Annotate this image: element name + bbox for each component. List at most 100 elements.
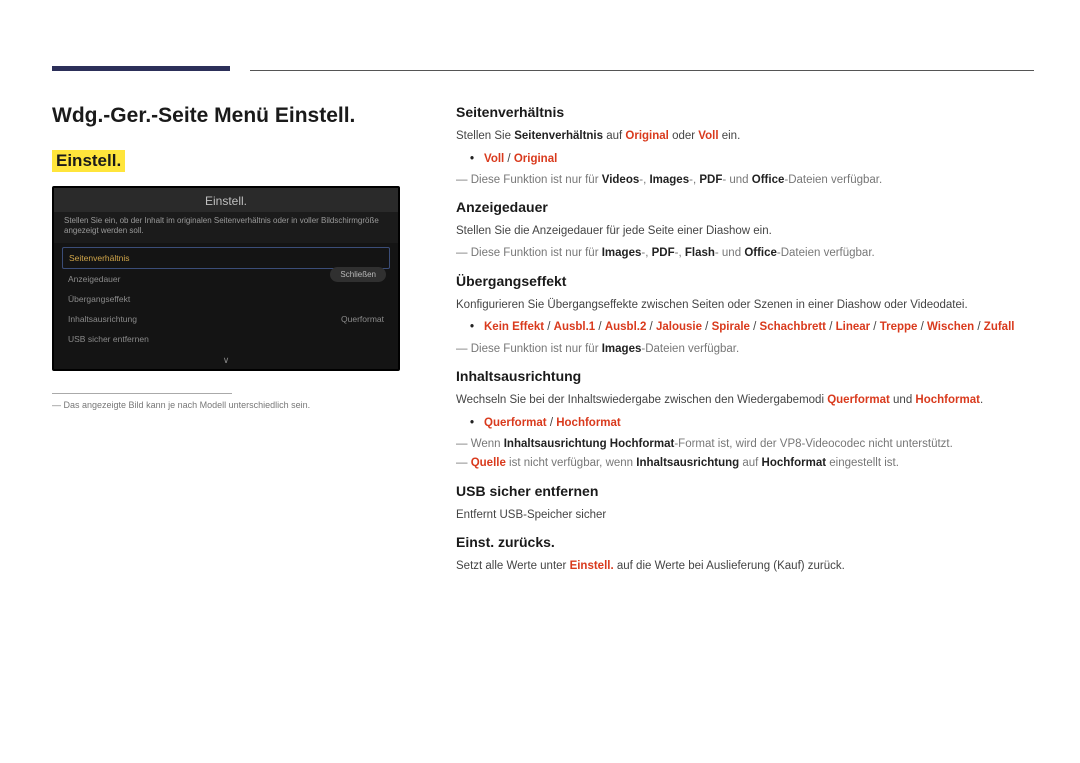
t: -Dateien verfügbar.	[777, 247, 875, 259]
t: - und	[715, 247, 744, 259]
menu-item[interactable]: Inhaltsausrichtung Querformat	[62, 309, 390, 329]
sep: /	[974, 321, 984, 333]
para: Stellen Sie die Anzeigedauer für jede Se…	[456, 223, 1034, 241]
menu-item-label: USB sicher entfernen	[68, 334, 149, 344]
opt: Zufall	[984, 321, 1015, 333]
opt: Voll	[484, 153, 504, 165]
t-red: Einstell.	[570, 560, 614, 572]
opt: Wischen	[927, 321, 974, 333]
t: - und	[722, 174, 751, 186]
shot-menu-list: Seitenverhältnis Anzeigedauer Übergangse…	[54, 243, 398, 355]
header-rule	[250, 70, 1034, 71]
footnote-divider	[52, 393, 232, 394]
t-bold: Inhaltsausrichtung Hochformat	[504, 438, 675, 450]
menu-item-label: Anzeigedauer	[68, 274, 120, 284]
t: oder	[669, 130, 698, 142]
sep: /	[750, 321, 760, 333]
t: -Dateien verfügbar.	[641, 343, 739, 355]
sep: /	[826, 321, 836, 333]
opt: Treppe	[880, 321, 918, 333]
t-bold: Images	[602, 247, 642, 259]
t-bold: Images	[602, 343, 642, 355]
t: -,	[641, 247, 651, 259]
t: ein.	[719, 130, 741, 142]
para: Konfigurieren Sie Übergangseffekte zwisc…	[456, 297, 1034, 315]
bullet: Querformat / Hochformat	[456, 414, 1034, 432]
t: Stellen Sie	[456, 130, 514, 142]
note: Diese Funktion ist nur für Images-Dateie…	[456, 341, 1034, 358]
chevron-down-icon[interactable]: ∨	[54, 355, 398, 369]
t: -,	[675, 247, 685, 259]
opt: Ausbl.2	[605, 321, 647, 333]
note: Wenn Inhaltsausrichtung Hochformat-Forma…	[456, 436, 1034, 453]
opt: Schachbrett	[760, 321, 826, 333]
t: Setzt alle Werte unter	[456, 560, 570, 572]
right-column: Seitenverhältnis Stellen Sie Seitenverhä…	[456, 104, 1034, 580]
close-button[interactable]: Schließen	[330, 267, 386, 282]
note: Quelle ist nicht verfügbar, wenn Inhalts…	[456, 455, 1034, 472]
opt: Linear	[836, 321, 871, 333]
t: auf	[739, 457, 761, 469]
menu-item-label: Inhaltsausrichtung	[68, 314, 137, 324]
section-heading: Übergangseffekt	[456, 273, 1034, 289]
opt: Hochformat	[556, 417, 621, 429]
shot-title: Einstell.	[54, 188, 398, 212]
note: Diese Funktion ist nur für Videos-, Imag…	[456, 172, 1034, 189]
menu-item[interactable]: Übergangseffekt	[62, 289, 390, 309]
t-bold: PDF	[652, 247, 675, 259]
opt: Kein Effekt	[484, 321, 544, 333]
menu-item-label: Seitenverhältnis	[69, 253, 129, 263]
menu-item-label: Übergangseffekt	[68, 294, 130, 304]
t: -,	[639, 174, 649, 186]
t-red: Hochformat	[915, 394, 980, 406]
t: ist nicht verfügbar, wenn	[506, 457, 636, 469]
t-bold: Seitenverhältnis	[514, 130, 603, 142]
ui-screenshot: Einstell. Stellen Sie ein, ob der Inhalt…	[52, 186, 400, 371]
sep: /	[544, 321, 554, 333]
t-red: Voll	[698, 130, 718, 142]
left-column: Wdg.-Ger.-Seite Menü Einstell. Einstell.…	[52, 104, 408, 580]
t: Diese Funktion ist nur für	[471, 343, 602, 355]
t: auf	[603, 130, 625, 142]
page-body: Wdg.-Ger.-Seite Menü Einstell. Einstell.…	[0, 0, 1080, 620]
header-accent-bar	[52, 66, 230, 71]
t: -Format ist, wird der VP8-Videocodec nic…	[674, 438, 952, 450]
section-heading: Einst. zurücks.	[456, 534, 1034, 550]
opt: Original	[514, 153, 557, 165]
shot-description: Stellen Sie ein, ob der Inhalt im origin…	[54, 212, 398, 243]
opt: Jalousie	[656, 321, 702, 333]
note: Diese Funktion ist nur für Images-, PDF-…	[456, 245, 1034, 262]
opt: Spirale	[712, 321, 750, 333]
page-title: Wdg.-Ger.-Seite Menü Einstell.	[52, 104, 408, 128]
sep: /	[547, 417, 557, 429]
sep: /	[646, 321, 656, 333]
section-heading: USB sicher entfernen	[456, 483, 1034, 499]
para: Setzt alle Werte unter Einstell. auf die…	[456, 558, 1034, 576]
opt: Querformat	[484, 417, 547, 429]
footnote-text: Das angezeigte Bild kann je nach Modell …	[52, 400, 408, 410]
t: Wechseln Sie bei der Inhaltswiedergabe z…	[456, 394, 827, 406]
t-red: Quelle	[471, 457, 506, 469]
menu-item-selected[interactable]: Seitenverhältnis	[62, 247, 390, 269]
section-heading: Inhaltsausrichtung	[456, 368, 1034, 384]
sep: /	[917, 321, 927, 333]
t: auf die Werte bei Auslieferung (Kauf) zu…	[614, 560, 845, 572]
t: -,	[689, 174, 699, 186]
para: Entfernt USB-Speicher sicher	[456, 507, 1034, 525]
t-bold: Inhaltsausrichtung	[636, 457, 739, 469]
t-red: Original	[625, 130, 668, 142]
t-red: Querformat	[827, 394, 890, 406]
sep: /	[702, 321, 712, 333]
opt: Ausbl.1	[554, 321, 596, 333]
t-bold: Office	[752, 174, 785, 186]
t: .	[980, 394, 983, 406]
menu-item[interactable]: USB sicher entfernen	[62, 329, 390, 349]
sep: /	[870, 321, 880, 333]
t-bold: Hochformat	[762, 457, 827, 469]
sep: /	[595, 321, 605, 333]
t-bold: Office	[744, 247, 777, 259]
section-heading: Seitenverhältnis	[456, 104, 1034, 120]
section-heading-highlight: Einstell.	[52, 150, 125, 172]
t: Wenn	[471, 438, 504, 450]
t: Diese Funktion ist nur für	[471, 247, 602, 259]
